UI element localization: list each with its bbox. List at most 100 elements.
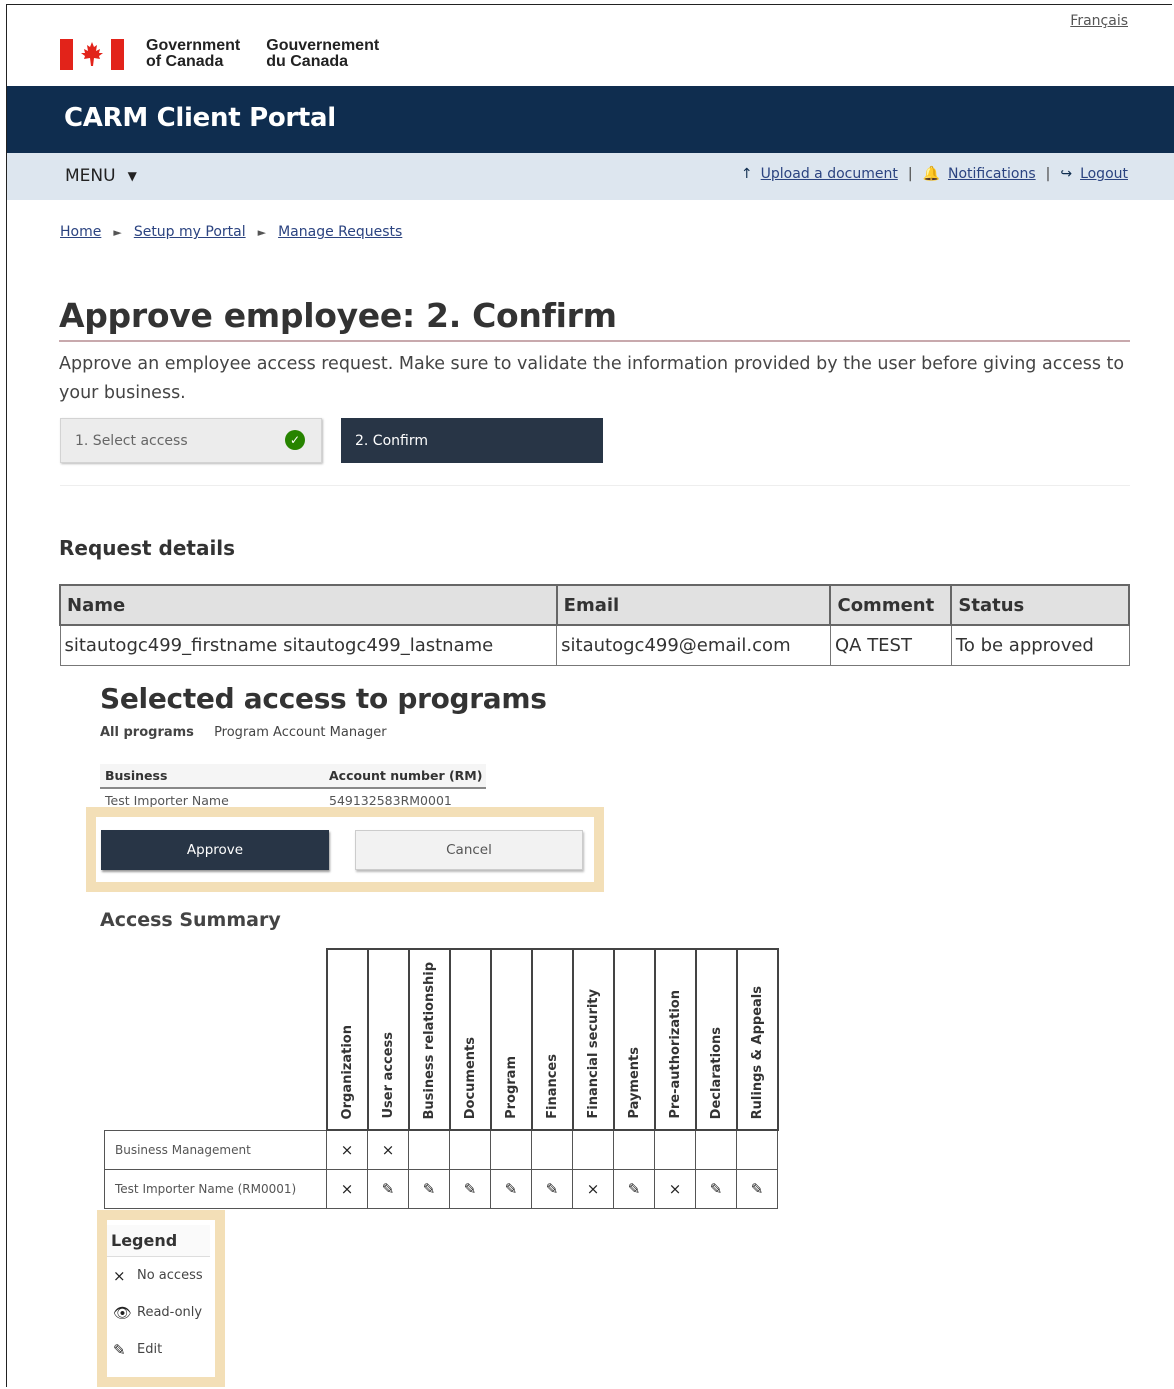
column-header: Pre-authorization	[653, 948, 697, 1131]
table-header-row: Name Email Comment Status	[59, 584, 1130, 626]
access-cell: ✎	[449, 1168, 491, 1209]
separator: |	[1045, 166, 1051, 182]
column-header: Financial security	[571, 948, 615, 1131]
column-header: Status	[950, 584, 1130, 626]
legend-item-read-only: 👁 Read-only	[107, 1294, 210, 1331]
breadcrumb-arrow-icon: ►	[257, 225, 267, 239]
access-cell: ×	[326, 1129, 368, 1170]
access-cell: ✎	[736, 1168, 778, 1209]
table-header-row: Business Account number (RM)	[100, 764, 486, 789]
business-table: Business Account number (RM) Test Import…	[100, 764, 486, 812]
table-cell: sitautogc499_firstname sitautogc499_last…	[59, 624, 558, 666]
column-header: Email	[555, 584, 832, 626]
language-toggle-link[interactable]: Français	[1070, 13, 1128, 29]
access-cell	[654, 1129, 696, 1170]
separator: |	[907, 166, 913, 182]
breadcrumb-manage-requests[interactable]: Manage Requests	[278, 224, 402, 240]
access-cell: ×	[654, 1168, 696, 1209]
access-cell: ✎	[695, 1168, 737, 1209]
divider	[60, 485, 1130, 486]
breadcrumb-setup-portal[interactable]: Setup my Portal	[134, 224, 246, 240]
breadcrumb-arrow-icon: ►	[113, 225, 122, 239]
row-label: Business Management	[104, 1129, 327, 1170]
portal-title[interactable]: CARM Client Portal	[64, 103, 336, 133]
access-cell	[490, 1129, 532, 1170]
column-header: User access	[366, 948, 410, 1131]
all-programs-line: All programs Program Account Manager	[100, 725, 387, 740]
checkmark-icon: ✓	[285, 430, 305, 450]
access-cell	[736, 1129, 778, 1170]
access-cell	[408, 1129, 450, 1170]
page-title: Approve employee: 2. Confirm	[59, 296, 617, 335]
access-cell	[449, 1129, 491, 1170]
column-header: Rulings & Appeals	[735, 948, 779, 1131]
legend: Legend × No access 👁 Read-only ✎ Edit	[107, 1225, 210, 1368]
request-details-table: Name Email Comment Status sitautogc499_f…	[59, 584, 1130, 666]
upload-document-link[interactable]: Upload a document	[761, 166, 898, 182]
access-cell: ×	[572, 1168, 614, 1209]
bell-icon: 🔔	[922, 166, 940, 182]
legend-item-edit: ✎ Edit	[107, 1331, 210, 1368]
access-cell	[531, 1129, 573, 1170]
access-cell: ×	[367, 1129, 409, 1170]
portal-banner: CARM Client Portal	[7, 86, 1174, 153]
column-header: Declarations	[694, 948, 738, 1131]
upload-icon: ↑	[740, 166, 753, 182]
gov-name-en: Government of Canada	[146, 37, 241, 70]
legend-label: No access	[137, 1268, 203, 1283]
row-label: Test Importer Name (RM0001)	[104, 1168, 327, 1209]
menu-button[interactable]: MENU ▼	[65, 166, 137, 186]
column-header: Comment	[829, 584, 953, 626]
cancel-button[interactable]: Cancel	[355, 830, 583, 870]
access-cell: ✎	[367, 1168, 409, 1209]
legend-label: Read-only	[137, 1305, 203, 1320]
chevron-down-icon: ▼	[127, 169, 137, 183]
step-select-access[interactable]: 1. Select access ✓	[60, 418, 322, 463]
column-header: Organization	[325, 948, 369, 1131]
column-header: Documents	[448, 948, 492, 1131]
menu-label: MENU	[65, 166, 116, 186]
title-underline	[59, 340, 1130, 342]
access-cell	[695, 1129, 737, 1170]
all-programs-label: All programs	[100, 725, 194, 740]
utility-links: ↑ Upload a document | 🔔 Notifications | …	[741, 166, 1128, 182]
blank-corner	[105, 949, 327, 1130]
approve-button[interactable]: Approve	[101, 830, 329, 870]
table-cell: sitautogc499@email.com	[556, 624, 831, 666]
table-row: Business Management × ×	[104, 1129, 778, 1170]
access-summary-table: Organization User access Business relati…	[104, 948, 779, 1209]
access-cell: ✎	[613, 1168, 655, 1209]
logout-icon: ↪	[1060, 166, 1073, 182]
table-row: sitautogc499_firstname sitautogc499_last…	[59, 624, 1130, 666]
selected-access-heading: Selected access to programs	[100, 682, 547, 715]
access-cell: ✎	[531, 1168, 573, 1209]
breadcrumb-home[interactable]: Home	[60, 224, 101, 240]
government-of-canada-signature[interactable]: Government of Canada Gouvernement du Can…	[60, 38, 379, 70]
column-header: Account number (RM)	[324, 764, 486, 789]
access-summary-heading: Access Summary	[100, 909, 281, 931]
notifications-link[interactable]: Notifications	[948, 166, 1036, 182]
pencil-icon: ✎	[113, 1340, 126, 1359]
table-header-row: Organization User access Business relati…	[105, 948, 779, 1131]
eye-icon: 👁	[113, 1303, 133, 1322]
access-cell: ✎	[490, 1168, 532, 1209]
step-label: 2. Confirm	[355, 432, 428, 449]
column-header: Business	[100, 764, 324, 789]
access-cell	[613, 1129, 655, 1170]
column-header: Finances	[530, 948, 574, 1131]
column-header: Business relationship	[407, 948, 451, 1131]
canada-flag-icon	[60, 38, 124, 70]
breadcrumb: Home ► Setup my Portal ► Manage Requests	[60, 224, 402, 240]
step-confirm[interactable]: 2. Confirm	[341, 418, 603, 463]
column-header: Program	[489, 948, 533, 1131]
legend-item-no-access: × No access	[107, 1257, 210, 1294]
gov-name-fr: Gouvernement du Canada	[266, 37, 380, 70]
x-icon: ×	[113, 1266, 126, 1285]
table-row: Test Importer Name (RM0001) × ✎ ✎ ✎ ✎ ✎ …	[104, 1168, 778, 1209]
column-header: Name	[59, 584, 558, 626]
step-label: 1. Select access	[75, 432, 188, 449]
access-cell	[572, 1129, 614, 1170]
logout-link[interactable]: Logout	[1080, 166, 1128, 182]
access-cell: ×	[326, 1168, 368, 1209]
column-header: Payments	[612, 948, 656, 1131]
